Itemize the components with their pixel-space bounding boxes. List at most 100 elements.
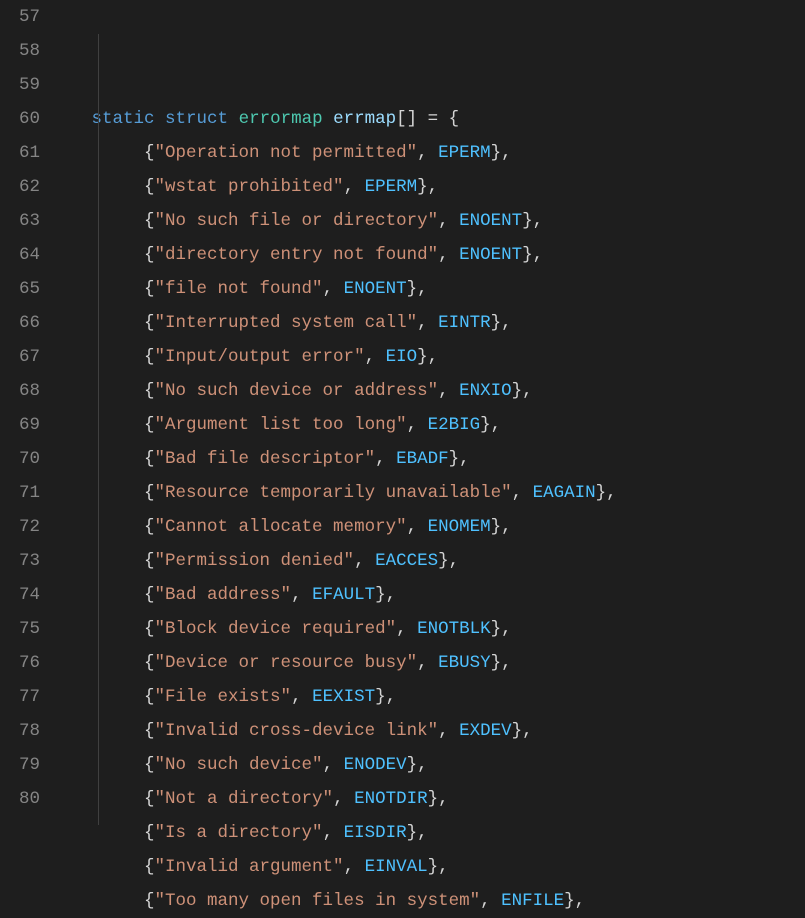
- error-message-string: "No such device or address": [155, 381, 439, 401]
- error-message-string: "No such file or directory": [155, 211, 439, 231]
- line-number: 72: [0, 510, 40, 544]
- code-line[interactable]: {"Operation not permitted", EPERM},: [60, 136, 805, 170]
- error-message-string: "Device or resource busy": [155, 653, 418, 673]
- error-code-constant: EXDEV: [459, 721, 512, 741]
- error-code-constant: EEXIST: [312, 687, 375, 707]
- error-code-constant: EISDIR: [344, 823, 407, 843]
- error-message-string: "Resource temporarily unavailable": [155, 483, 512, 503]
- code-line[interactable]: {"Bad address", EFAULT},: [60, 578, 805, 612]
- keyword-struct: struct: [165, 109, 228, 129]
- code-line[interactable]: {"Argument list too long", E2BIG},: [60, 408, 805, 442]
- error-message-string: "file not found": [155, 279, 323, 299]
- line-number-gutter: 5758596061626364656667686970717273747576…: [0, 0, 60, 825]
- error-code-constant: EAGAIN: [533, 483, 596, 503]
- error-code-constant: ENFILE: [501, 891, 564, 911]
- error-message-string: "Argument list too long": [155, 415, 407, 435]
- keyword-static: static: [92, 109, 155, 129]
- error-code-constant: EIO: [386, 347, 418, 367]
- line-number: 70: [0, 442, 40, 476]
- code-line[interactable]: {"Input/output error", EIO},: [60, 340, 805, 374]
- code-line[interactable]: {"Resource temporarily unavailable", EAG…: [60, 476, 805, 510]
- line-number: 63: [0, 204, 40, 238]
- error-message-string: "wstat prohibited": [155, 177, 344, 197]
- line-number: 75: [0, 612, 40, 646]
- code-line[interactable]: {"File exists", EEXIST},: [60, 680, 805, 714]
- line-number: 58: [0, 34, 40, 68]
- error-code-constant: ENOMEM: [428, 517, 491, 537]
- variable-name: errmap: [333, 109, 396, 129]
- code-line[interactable]: {"Is a directory", EISDIR},: [60, 816, 805, 850]
- error-message-string: "Invalid cross-device link": [155, 721, 439, 741]
- code-line[interactable]: {"directory entry not found", ENOENT},: [60, 238, 805, 272]
- line-number: 80: [0, 782, 40, 816]
- error-code-constant: ENOENT: [459, 211, 522, 231]
- line-number: 73: [0, 544, 40, 578]
- type-name: errormap: [239, 109, 323, 129]
- code-line[interactable]: {"No such device", ENODEV},: [60, 748, 805, 782]
- code-line[interactable]: static struct errormap errmap[] = {: [60, 102, 805, 136]
- error-code-constant: ENOTBLK: [417, 619, 491, 639]
- line-number: 69: [0, 408, 40, 442]
- line-number: 60: [0, 102, 40, 136]
- error-code-constant: EINTR: [438, 313, 491, 333]
- error-code-constant: EFAULT: [312, 585, 375, 605]
- error-message-string: "Permission denied": [155, 551, 355, 571]
- code-editor[interactable]: 5758596061626364656667686970717273747576…: [0, 0, 805, 825]
- code-line[interactable]: {"wstat prohibited", EPERM},: [60, 170, 805, 204]
- line-number: 66: [0, 306, 40, 340]
- code-line[interactable]: {"Permission denied", EACCES},: [60, 544, 805, 578]
- error-code-constant: ENXIO: [459, 381, 512, 401]
- error-code-constant: ENODEV: [344, 755, 407, 775]
- line-number: 65: [0, 272, 40, 306]
- error-code-constant: E2BIG: [428, 415, 481, 435]
- line-number: 77: [0, 680, 40, 714]
- error-code-constant: EBADF: [396, 449, 449, 469]
- code-line[interactable]: {"file not found", ENOENT},: [60, 272, 805, 306]
- code-area[interactable]: static struct errormap errmap[] = { {"Op…: [60, 0, 805, 825]
- line-number: 59: [0, 68, 40, 102]
- error-message-string: "directory entry not found": [155, 245, 439, 265]
- error-code-constant: ENOENT: [459, 245, 522, 265]
- error-code-constant: ENOTDIR: [354, 789, 428, 809]
- code-line[interactable]: {"No such device or address", ENXIO},: [60, 374, 805, 408]
- error-message-string: "Bad file descriptor": [155, 449, 376, 469]
- line-number: 78: [0, 714, 40, 748]
- line-number: 67: [0, 340, 40, 374]
- code-line[interactable]: {"Cannot allocate memory", ENOMEM},: [60, 510, 805, 544]
- code-line[interactable]: {"Device or resource busy", EBUSY},: [60, 646, 805, 680]
- error-message-string: "Block device required": [155, 619, 397, 639]
- error-code-constant: EINVAL: [365, 857, 428, 877]
- code-line[interactable]: {"Block device required", ENOTBLK},: [60, 612, 805, 646]
- code-line[interactable]: {"Invalid argument", EINVAL},: [60, 850, 805, 884]
- error-message-string: "File exists": [155, 687, 292, 707]
- error-message-string: "Is a directory": [155, 823, 323, 843]
- line-number: 62: [0, 170, 40, 204]
- code-line[interactable]: {"Too many open files in system", ENFILE…: [60, 884, 805, 918]
- error-message-string: "Operation not permitted": [155, 143, 418, 163]
- error-message-string: "Input/output error": [155, 347, 365, 367]
- error-message-string: "Bad address": [155, 585, 292, 605]
- code-line[interactable]: {"Not a directory", ENOTDIR},: [60, 782, 805, 816]
- error-message-string: "Interrupted system call": [155, 313, 418, 333]
- error-message-string: "Not a directory": [155, 789, 334, 809]
- line-number: 61: [0, 136, 40, 170]
- line-number: 71: [0, 476, 40, 510]
- code-line[interactable]: {"No such file or directory", ENOENT},: [60, 204, 805, 238]
- error-message-string: "Cannot allocate memory": [155, 517, 407, 537]
- error-code-constant: ENOENT: [344, 279, 407, 299]
- error-message-string: "Invalid argument": [155, 857, 344, 877]
- line-number: 74: [0, 578, 40, 612]
- error-message-string: "Too many open files in system": [155, 891, 481, 911]
- code-line[interactable]: {"Invalid cross-device link", EXDEV},: [60, 714, 805, 748]
- error-code-constant: EACCES: [375, 551, 438, 571]
- code-line[interactable]: {"Interrupted system call", EINTR},: [60, 306, 805, 340]
- error-message-string: "No such device": [155, 755, 323, 775]
- line-number: 76: [0, 646, 40, 680]
- line-number: 64: [0, 238, 40, 272]
- line-number: 57: [0, 0, 40, 34]
- line-number: 68: [0, 374, 40, 408]
- indent-guide: [98, 34, 99, 825]
- line-number: 79: [0, 748, 40, 782]
- code-line[interactable]: {"Bad file descriptor", EBADF},: [60, 442, 805, 476]
- error-code-constant: EPERM: [365, 177, 418, 197]
